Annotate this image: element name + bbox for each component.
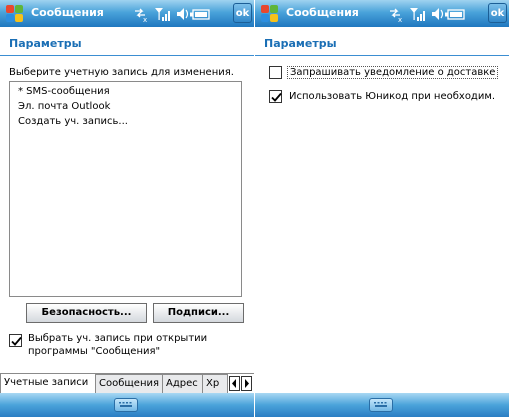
use-unicode-label: Использовать Юникод при необходим.: [289, 91, 496, 102]
tab-address[interactable]: Адрес: [163, 374, 203, 393]
start-windows-icon[interactable]: [260, 4, 280, 23]
header-divider: [0, 55, 254, 56]
speaker-icon[interactable]: [177, 8, 189, 20]
use-unicode-checkbox[interactable]: [269, 90, 282, 103]
list-item[interactable]: Создать уч. запись...: [18, 116, 128, 127]
speaker-icon[interactable]: [432, 8, 444, 20]
screen-message-options: Сообщения x ok Параметры Запрашивать уве…: [255, 0, 509, 417]
security-button[interactable]: Безопасность...: [26, 303, 147, 323]
header-divider: [255, 55, 509, 56]
list-item[interactable]: * SMS-сообщения: [18, 86, 110, 97]
signatures-button[interactable]: Подписи...: [153, 303, 244, 323]
account-list[interactable]: * SMS-сообщения Эл. почта Outlook Создат…: [9, 81, 242, 297]
delivery-notification-checkbox[interactable]: [269, 66, 282, 79]
select-account-label-line1: Выбрать уч. запись при открытии: [28, 333, 208, 344]
ok-button[interactable]: ok: [233, 3, 252, 23]
scroll-left-icon[interactable]: [229, 376, 240, 391]
select-account-checkbox[interactable]: [9, 334, 22, 347]
battery-icon[interactable]: [190, 9, 210, 20]
keyboard-icon[interactable]: [369, 398, 393, 412]
checkmark-icon: [11, 336, 22, 346]
title-bar: Сообщения x ok: [0, 0, 254, 27]
tab-strip: Учетные записи Сообщения Адрес Хр: [0, 373, 254, 394]
data-connection-icon[interactable]: x: [390, 8, 402, 24]
title-bar: Сообщения x ok: [255, 0, 509, 27]
data-connection-icon[interactable]: x: [135, 8, 147, 24]
list-item[interactable]: Эл. почта Outlook: [18, 101, 110, 112]
window-title: Сообщения: [286, 6, 359, 19]
tab-messages[interactable]: Сообщения: [96, 374, 163, 393]
signal-icon[interactable]: [155, 8, 170, 21]
battery-icon[interactable]: [445, 9, 465, 20]
window-title: Сообщения: [31, 6, 104, 19]
select-account-label-line2: программы "Сообщения": [28, 346, 161, 357]
svg-text:x: x: [398, 16, 402, 24]
page-title: Параметры: [264, 37, 337, 50]
scroll-right-icon[interactable]: [241, 376, 252, 391]
signal-icon[interactable]: [410, 8, 425, 21]
screen-account-settings: Сообщения x ok Параметры Выберите учетну…: [0, 0, 254, 417]
tab-accounts[interactable]: Учетные записи: [0, 374, 96, 393]
tab-storage[interactable]: Хр: [203, 374, 228, 393]
start-windows-icon[interactable]: [5, 4, 25, 23]
page-title: Параметры: [9, 37, 82, 50]
bottom-bar: [255, 393, 509, 417]
ok-button[interactable]: ok: [488, 3, 507, 23]
keyboard-icon[interactable]: [114, 398, 138, 412]
checkmark-icon: [271, 92, 282, 102]
svg-text:x: x: [143, 16, 147, 24]
bottom-bar: [0, 393, 254, 417]
account-prompt: Выберите учетную запись для изменения.: [9, 67, 234, 78]
delivery-notification-label: Запрашивать уведомление о доставке: [287, 66, 499, 79]
